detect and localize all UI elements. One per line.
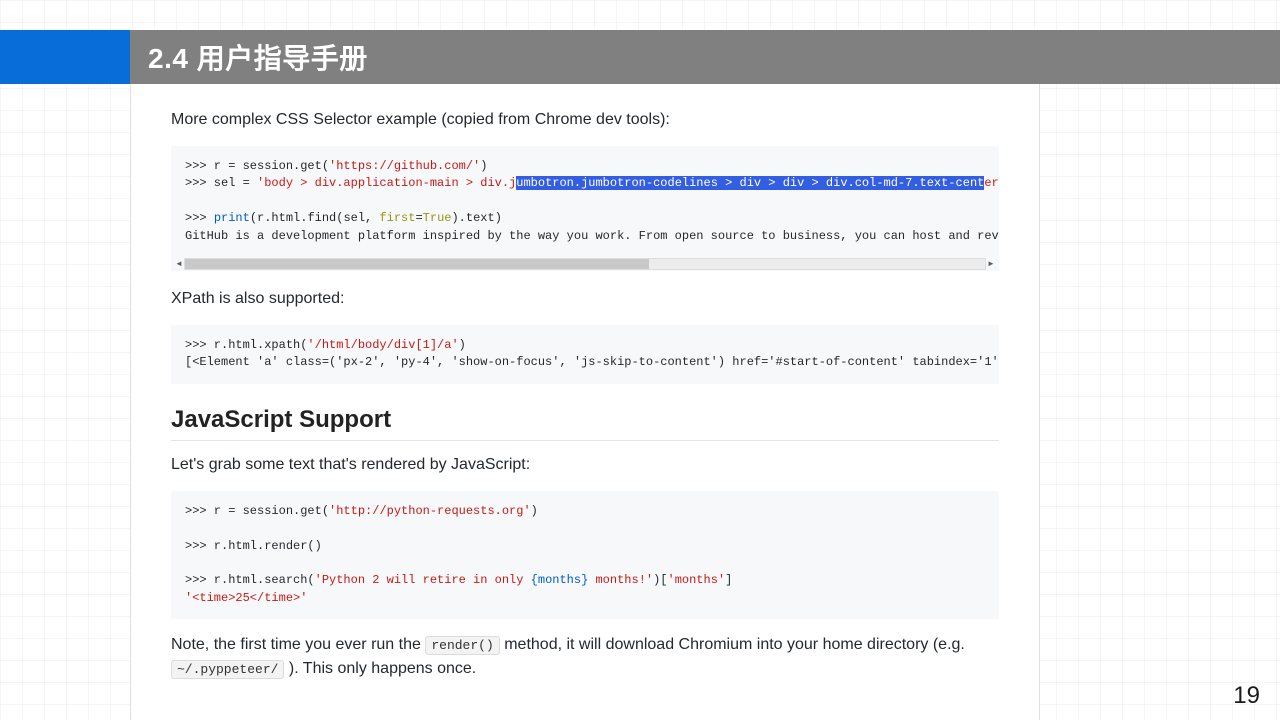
code-block-js-render: >>> r = session.get('http://python-reque… bbox=[171, 491, 999, 619]
scroll-left-arrow-icon[interactable]: ◄ bbox=[174, 257, 184, 271]
page-title: 2.4 用户指导手册 bbox=[148, 37, 368, 77]
code-block-xpath: >>> r.html.xpath('/html/body/div[1]/a') … bbox=[171, 325, 999, 384]
scroll-right-arrow-icon[interactable]: ► bbox=[986, 257, 996, 271]
header-bar: 2.4 用户指导手册 bbox=[130, 30, 1280, 84]
code-line: >>> sel = 'body > div.application-main >… bbox=[185, 176, 999, 190]
horizontal-scrollbar[interactable]: ◄ ► bbox=[171, 257, 999, 271]
code-line: >>> r.html.search('Python 2 will retire … bbox=[185, 573, 732, 587]
scrollbar-thumb[interactable] bbox=[185, 259, 649, 269]
note-paragraph: Note, the first time you ever run the re… bbox=[171, 633, 999, 681]
page-number: 19 bbox=[1233, 682, 1260, 710]
code-line: >>> r.html.xpath('/html/body/div[1]/a') bbox=[185, 338, 466, 352]
js-intro-paragraph: Let's grab some text that's rendered by … bbox=[171, 453, 999, 477]
code-line: >>> r = session.get('https://github.com/… bbox=[185, 159, 487, 173]
code-line: >>> r.html.render() bbox=[185, 539, 322, 553]
scrollbar-track[interactable] bbox=[184, 258, 986, 270]
code-line: >>> r = session.get('http://python-reque… bbox=[185, 504, 538, 518]
code-line: GitHub is a development platform inspire… bbox=[185, 229, 999, 243]
code-line: '<time>25</time>' bbox=[185, 591, 307, 605]
section-heading-js-support: JavaScript Support bbox=[171, 402, 999, 441]
header-accent-block bbox=[0, 30, 130, 84]
content-column: More complex CSS Selector example (copie… bbox=[130, 84, 1040, 720]
code-block-css-selector: >>> r = session.get('https://github.com/… bbox=[171, 146, 999, 257]
code-line: >>> print(r.html.find(sel, first=True).t… bbox=[185, 211, 502, 225]
intro-paragraph: More complex CSS Selector example (copie… bbox=[171, 108, 999, 132]
code-line: [<Element 'a' class=('px-2', 'py-4', 'sh… bbox=[185, 355, 999, 369]
inline-code-path: ~/.pyppeteer/ bbox=[171, 660, 284, 679]
text-selection: umbotron.jumbotron-codelines > div > div… bbox=[516, 176, 984, 190]
xpath-label: XPath is also supported: bbox=[171, 287, 999, 311]
inline-code-render: render() bbox=[425, 636, 499, 655]
